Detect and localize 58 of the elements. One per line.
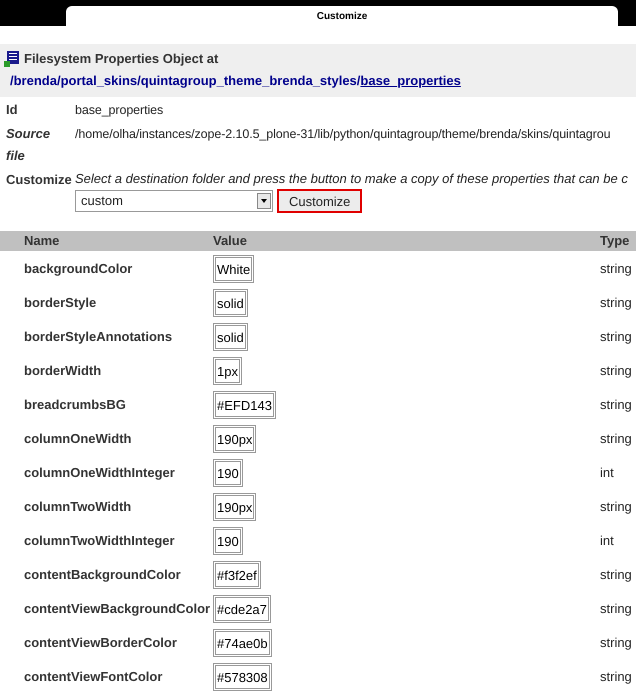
property-name: columnTwoWidth bbox=[24, 498, 132, 516]
folder-select[interactable]: custom bbox=[75, 190, 273, 212]
field-value: /home/olha/instances/zope-2.10.5_plone-31/lib/python/quintagroup/theme/brenda/skins/quintagrou bbox=[75, 126, 610, 143]
property-type: string bbox=[600, 362, 632, 380]
property-type: string bbox=[600, 260, 632, 278]
property-type: int bbox=[600, 532, 614, 550]
value-field[interactable]: #EFD143 bbox=[213, 391, 276, 419]
field-label: Source file bbox=[6, 125, 52, 165]
property-type: string bbox=[600, 328, 632, 346]
property-name: contentBackgroundColor bbox=[24, 566, 182, 584]
property-type: string bbox=[600, 430, 632, 448]
property-type: string bbox=[600, 634, 632, 652]
property-type: string bbox=[600, 396, 632, 414]
property-name: columnTwoWidthInteger bbox=[24, 532, 176, 550]
column-header: Value bbox=[213, 232, 248, 250]
property-type: string bbox=[600, 600, 632, 618]
value-field[interactable]: #578308 bbox=[213, 663, 272, 691]
value-field[interactable]: 190px bbox=[213, 493, 256, 521]
path-link[interactable]: /portal_skins bbox=[56, 70, 138, 92]
property-type: string bbox=[600, 294, 632, 312]
property-name: columnOneWidthInteger bbox=[24, 464, 176, 482]
property-name: contentViewFontColor bbox=[24, 668, 164, 686]
value-field[interactable]: solid bbox=[213, 323, 248, 351]
column-header: Name bbox=[24, 232, 60, 250]
property-name: columnOneWidth bbox=[24, 430, 132, 448]
column-header: Type bbox=[600, 232, 630, 250]
property-type: string bbox=[600, 498, 632, 516]
value-field[interactable]: 1px bbox=[213, 357, 242, 385]
customize-button[interactable]: Customize bbox=[277, 189, 362, 213]
window-title: Customize bbox=[66, 6, 618, 26]
value-field[interactable]: 190 bbox=[213, 527, 243, 555]
instructions-text: Select a destination folder and press the button to make a copy of these properties that can be c bbox=[75, 170, 628, 188]
property-name: contentViewBackgroundColor bbox=[24, 600, 212, 618]
value-field[interactable]: #74ae0b bbox=[213, 629, 272, 657]
value-field[interactable]: 190 bbox=[213, 459, 243, 487]
value-field[interactable]: solid bbox=[213, 289, 248, 317]
field-value: base_properties bbox=[75, 102, 164, 119]
field-label: Customize bbox=[6, 171, 73, 189]
property-type: string bbox=[600, 566, 632, 584]
path-link[interactable]: /brenda bbox=[10, 70, 57, 92]
property-name: borderStyle bbox=[24, 294, 98, 312]
property-name: borderWidth bbox=[24, 362, 102, 380]
path-link[interactable]: / bbox=[356, 70, 360, 92]
property-type: int bbox=[600, 464, 614, 482]
property-name: borderStyleAnnotations bbox=[24, 328, 174, 346]
property-name: backgroundColor bbox=[24, 260, 134, 278]
property-type: string bbox=[600, 668, 632, 686]
properties-icon bbox=[4, 51, 20, 67]
path-link[interactable]: /quintagroup_theme_brenda_styles bbox=[137, 70, 357, 92]
property-name: contentViewBorderColor bbox=[24, 634, 178, 652]
value-field[interactable]: #f3f2ef bbox=[213, 561, 261, 589]
path-link[interactable]: base_properties bbox=[360, 70, 461, 92]
value-field[interactable]: White bbox=[213, 255, 254, 283]
field-label: Id bbox=[6, 101, 19, 119]
value-field[interactable]: 190px bbox=[213, 425, 256, 453]
header-title: Filesystem Properties Object at bbox=[24, 50, 218, 68]
property-name: breadcrumbsBG bbox=[24, 396, 127, 414]
value-field[interactable]: #cde2a7 bbox=[213, 595, 271, 623]
